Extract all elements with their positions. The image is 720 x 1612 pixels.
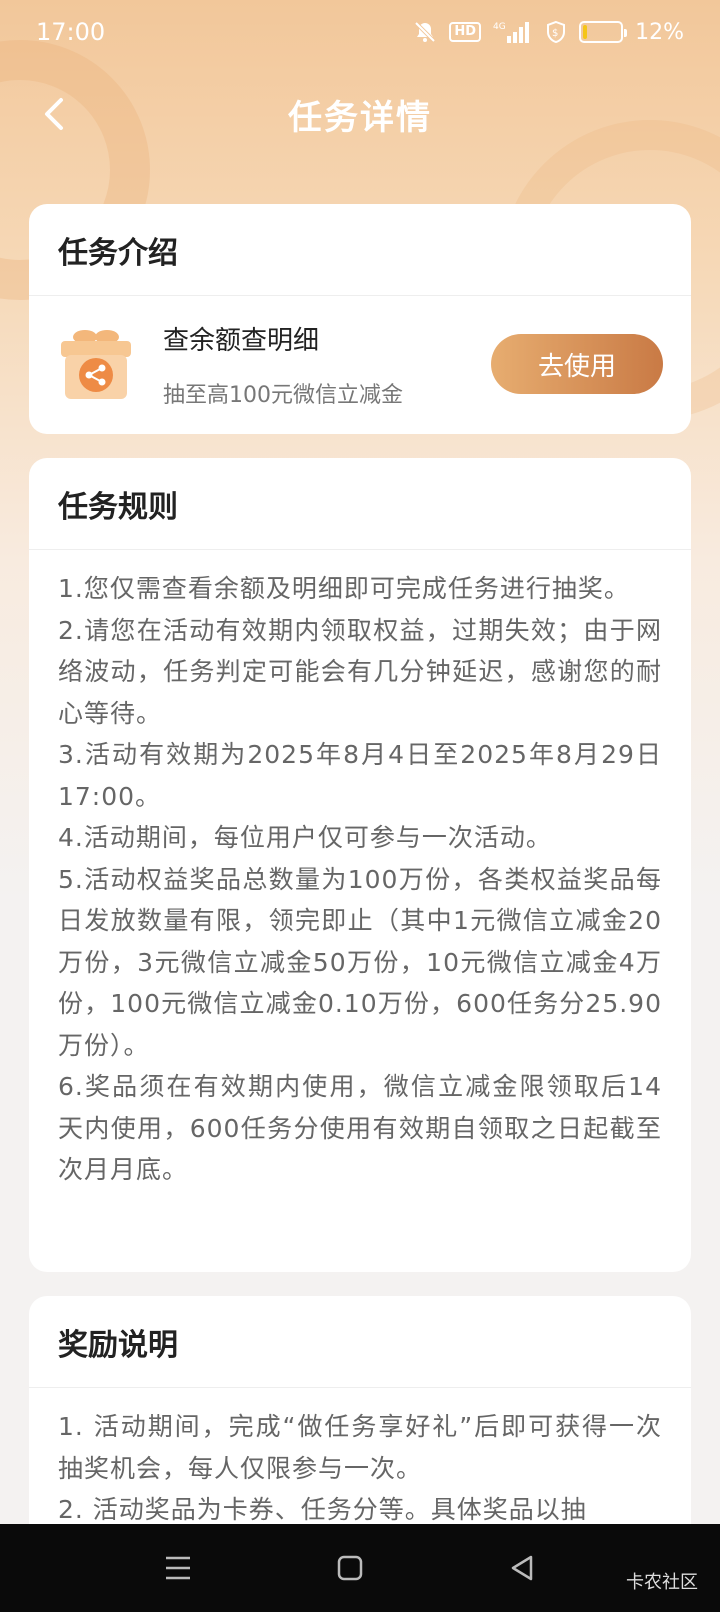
rule-item: 2.请您在活动有效期内领取权益，过期失效；由于网络波动，任务判定可能会有几分钟延…	[58, 615, 662, 728]
rule-item: 1.您仅需查看余额及明细即可完成任务进行抽奖。	[58, 574, 630, 603]
menu-icon	[166, 1556, 190, 1580]
nav-bar: 任务详情	[0, 64, 720, 164]
watermark: 卡农社区	[626, 1572, 698, 1593]
status-time: 17:00	[36, 18, 106, 46]
gift-share-icon	[57, 325, 135, 403]
rules-list: 1.您仅需查看余额及明细即可完成任务进行抽奖。 2.请您在活动有效期内领取权益，…	[29, 550, 691, 1215]
rule-item: 4.活动期间，每位用户仅可参与一次活动。	[58, 823, 552, 852]
task-name: 查余额查明细	[163, 325, 320, 356]
signal-4g-icon: 4G	[493, 20, 533, 44]
rule-item: 5.活动权益奖品总数量为100万份，各类权益奖品每日发放数量有限，领完即止（其中…	[58, 864, 662, 1060]
task-rules-card: 任务规则 1.您仅需查看余额及明细即可完成任务进行抽奖。 2.请您在活动有效期内…	[29, 458, 691, 1272]
intro-heading: 任务介绍	[29, 204, 691, 296]
hd-icon: HD	[449, 22, 482, 42]
svg-text:4G: 4G	[493, 22, 506, 32]
back-triangle-icon	[511, 1555, 533, 1581]
rewards-heading: 奖励说明	[29, 1296, 691, 1388]
task-description: 抽至高100元微信立减金	[163, 382, 403, 408]
system-nav-bar	[0, 1524, 720, 1612]
menu-button[interactable]	[158, 1550, 198, 1586]
screen: 17:00 HD 4G $ 12% 任务详情 任务介绍 查余额查明细 抽至高10…	[0, 0, 720, 1612]
task-text: 查余额查明细 抽至高100元微信立减金	[163, 320, 403, 409]
shield-icon: $	[545, 20, 567, 44]
reward-item: 1. 活动期间，完成“做任务享好礼”后即可获得一次抽奖机会，每人仅限参与一次。	[58, 1412, 662, 1483]
rule-item: 3.活动有效期为2025年8月4日至2025年8月29日17:00。	[58, 740, 662, 811]
chevron-left-icon	[45, 98, 63, 130]
status-icons: HD 4G $ 12%	[413, 20, 684, 45]
battery-icon	[579, 21, 628, 43]
rules-heading: 任务规则	[29, 458, 691, 550]
home-button[interactable]	[330, 1550, 370, 1586]
task-item: 查余额查明细 抽至高100元微信立减金 去使用	[29, 296, 691, 432]
rule-item: 6.奖品须在有效期内使用，微信立减金限领取后14天内使用，600任务分使用有效期…	[58, 1072, 662, 1184]
status-bar: 17:00 HD 4G $ 12%	[0, 0, 720, 64]
svg-text:$: $	[552, 28, 558, 39]
mute-bell-icon	[413, 20, 437, 44]
home-square-icon	[337, 1555, 363, 1581]
back-button[interactable]	[24, 84, 84, 144]
task-intro-card: 任务介绍 查余额查明细 抽至高100元微信立减金 去使用	[29, 204, 691, 434]
page-title: 任务详情	[288, 97, 432, 138]
battery-level-fill	[583, 25, 588, 39]
go-use-button[interactable]: 去使用	[491, 334, 663, 394]
battery-percent: 12%	[635, 19, 684, 45]
system-back-button[interactable]	[502, 1550, 542, 1586]
